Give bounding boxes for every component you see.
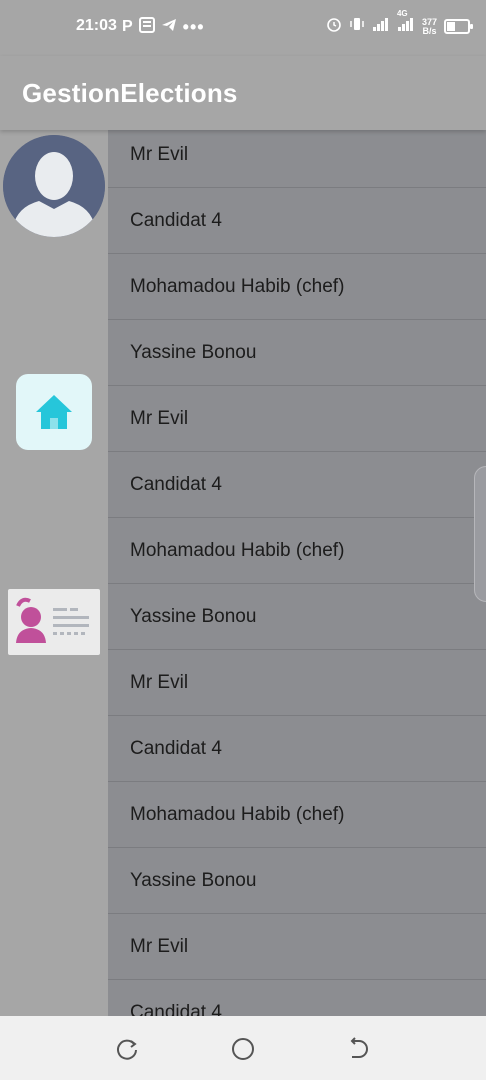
status-bar: 21:03 P ••• 4G 377 B/s — [0, 0, 486, 56]
home-icon — [36, 395, 72, 429]
status-left-icons: P ••• — [122, 17, 205, 37]
telegram-icon — [161, 17, 177, 37]
app-bar: GestionElections — [0, 56, 486, 130]
list-item[interactable]: Yassine Bonou — [108, 320, 486, 386]
candidate-name: Mr Evil — [130, 671, 189, 693]
status-time: 21:03 — [76, 17, 117, 34]
system-nav-bar — [0, 1016, 486, 1080]
candidate-name: Candidat 4 — [130, 473, 222, 495]
list-item[interactable]: Mohamadou Habib (chef) — [108, 254, 486, 320]
app-title: GestionElections — [22, 78, 238, 108]
list-item[interactable]: Candidat 4 — [108, 980, 486, 1017]
vibrate-icon — [349, 16, 365, 37]
list-item[interactable]: Mohamadou Habib (chef) — [108, 782, 486, 848]
list-item[interactable]: Yassine Bonou — [108, 584, 486, 650]
p-icon: P — [122, 18, 133, 35]
list-item[interactable]: Candidat 4 — [108, 716, 486, 782]
candidate-name: Mohamadou Habib (chef) — [130, 803, 345, 825]
candidate-name: Yassine Bonou — [130, 605, 257, 627]
candidate-name: Mohamadou Habib (chef) — [130, 275, 345, 297]
scroll-handle[interactable] — [474, 466, 486, 602]
candidate-name: Candidat 4 — [130, 737, 222, 759]
candidate-name: Mr Evil — [130, 143, 189, 165]
speed-unit: B/s — [422, 25, 437, 36]
network-label: 4G — [396, 9, 408, 18]
candidate-name: Mr Evil — [130, 935, 189, 957]
avatar-icon[interactable] — [3, 135, 105, 237]
list-item[interactable]: Candidat 4 — [108, 452, 486, 518]
list-item[interactable]: Yassine Bonou — [108, 848, 486, 914]
signal-4g-icon: 4G — [397, 9, 415, 36]
back-icon[interactable] — [346, 1036, 372, 1062]
list-item[interactable]: Mohamadou Habib (chef) — [108, 518, 486, 584]
candidate-name: Mr Evil — [130, 407, 189, 429]
recents-icon[interactable] — [114, 1036, 140, 1062]
candidate-name: Candidat 4 — [130, 1001, 222, 1017]
alarm-icon — [326, 16, 342, 37]
home-circle-icon[interactable] — [230, 1036, 256, 1062]
candidate-name: Yassine Bonou — [130, 869, 257, 891]
side-rail — [0, 130, 108, 1016]
status-right-icons: 4G 377 B/s — [326, 9, 473, 37]
id-card-button[interactable] — [8, 589, 100, 655]
candidate-name: Mohamadou Habib (chef) — [130, 539, 345, 561]
news-icon — [138, 17, 155, 37]
more-dots-icon: ••• — [182, 17, 205, 37]
list-item[interactable]: Candidat 4 — [108, 188, 486, 254]
candidate-name: Yassine Bonou — [130, 341, 257, 363]
battery-icon — [444, 19, 473, 34]
signal-icon — [372, 17, 390, 36]
list-item[interactable]: Mr Evil — [108, 122, 486, 188]
id-card-icon — [16, 597, 89, 643]
home-button[interactable] — [16, 374, 92, 450]
list-item[interactable]: Mr Evil — [108, 386, 486, 452]
network-speed: 377 B/s — [422, 17, 437, 36]
candidate-list[interactable]: Mr Evil Candidat 4 Mohamadou Habib (chef) Y… — [108, 122, 486, 1016]
list-item[interactable]: Mr Evil — [108, 914, 486, 980]
list-item[interactable]: Mr Evil — [108, 650, 486, 716]
candidate-name: Candidat 4 — [130, 209, 222, 231]
